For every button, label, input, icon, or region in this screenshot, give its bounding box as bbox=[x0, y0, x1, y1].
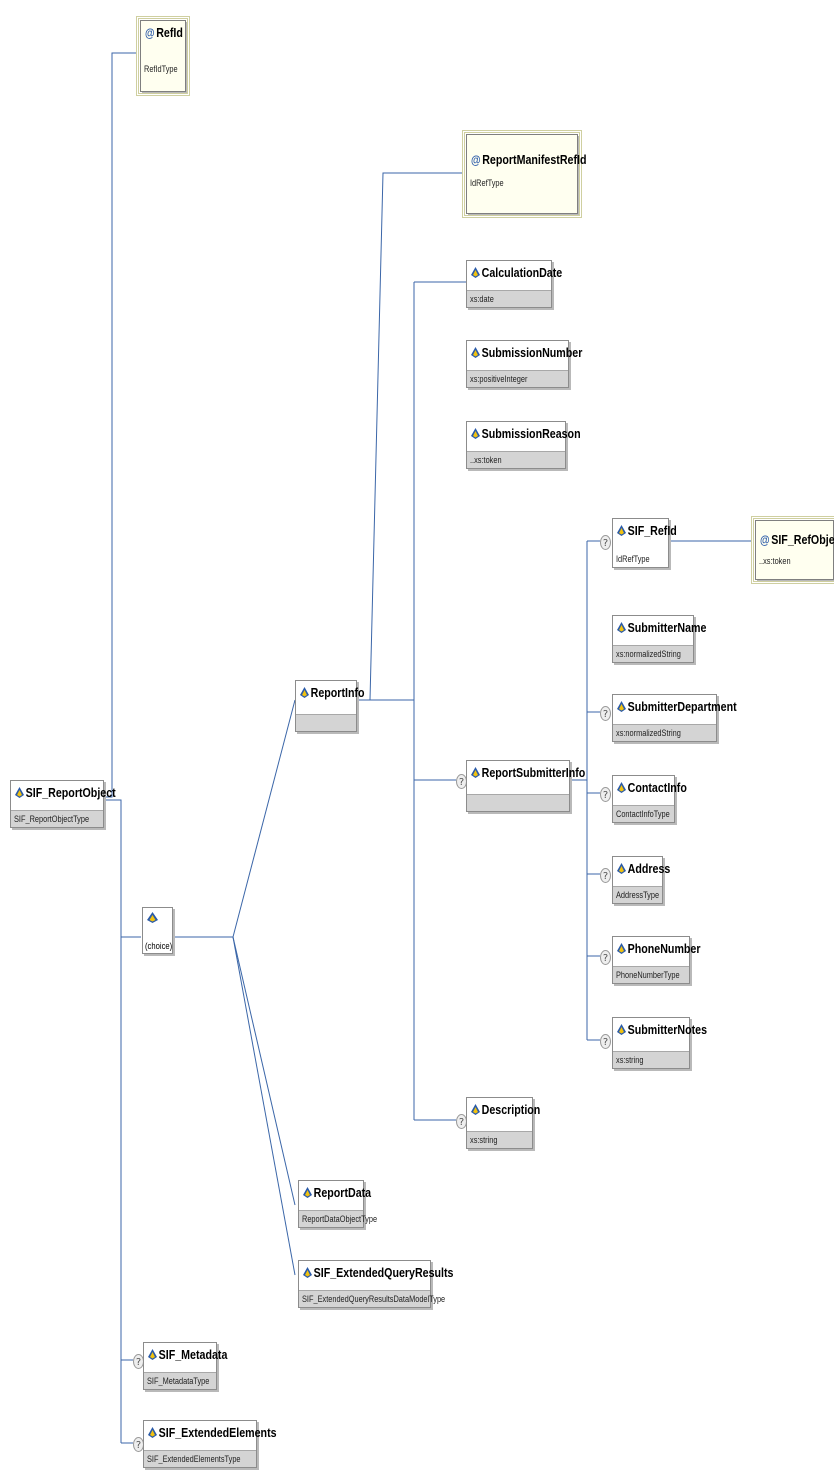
submitter-name-type: xs:normalizedString bbox=[616, 649, 681, 659]
element-icon bbox=[617, 943, 627, 954]
submission-number-label: SubmissionNumber bbox=[481, 345, 583, 360]
element-icon bbox=[471, 1104, 481, 1115]
contact-info-label: ContactInfo bbox=[627, 780, 687, 795]
submitter-name-node[interactable]: SubmitterName xs:normalizedString bbox=[612, 615, 706, 663]
attribute-icon: @ bbox=[145, 26, 155, 40]
submission-reason-node[interactable]: SubmissionReason ..xs:token bbox=[466, 421, 581, 469]
element-icon bbox=[471, 767, 481, 778]
sif-report-object-type: SIF_ReportObjectType bbox=[14, 814, 90, 824]
report-manifest-refid-type: IdRefType bbox=[470, 178, 504, 188]
sif-report-object-label: SIF_ReportObject bbox=[25, 785, 116, 800]
optional-icon: ? bbox=[600, 868, 611, 883]
element-icon bbox=[617, 1024, 627, 1035]
refid-attribute-node[interactable]: @ RefId RefIdType bbox=[136, 16, 190, 96]
optional-icon: ? bbox=[600, 950, 611, 965]
element-icon bbox=[617, 863, 627, 874]
attribute-icon: @ bbox=[471, 153, 481, 167]
submission-number-type: xs:positiveInteger bbox=[470, 374, 528, 384]
submitter-name-label: SubmitterName bbox=[627, 620, 707, 635]
sif-extended-query-results-type: SIF_ExtendedQueryResultsDataModelType bbox=[302, 1294, 446, 1304]
submitter-notes-type: xs:string bbox=[616, 1055, 644, 1065]
element-icon bbox=[300, 687, 310, 698]
optional-icon: ? bbox=[600, 706, 611, 721]
compositor-icon bbox=[147, 912, 158, 923]
sif-extended-elements-type: SIF_ExtendedElementsType bbox=[147, 1454, 241, 1464]
report-info-label: ReportInfo bbox=[310, 685, 365, 700]
phone-number-node[interactable]: PhoneNumber PhoneNumberType bbox=[612, 936, 701, 984]
report-submitter-info-label: ReportSubmitterInfo bbox=[481, 765, 586, 780]
sif-refid-type: IdRefType bbox=[616, 554, 650, 564]
refid-type: RefIdType bbox=[144, 64, 178, 74]
description-type: xs:string bbox=[470, 1135, 498, 1145]
contact-info-node[interactable]: ContactInfo ContactInfoType bbox=[612, 775, 687, 823]
submission-number-node[interactable]: SubmissionNumber xs:positiveInteger bbox=[466, 340, 582, 388]
element-icon bbox=[617, 525, 627, 536]
contact-info-type: ContactInfoType bbox=[616, 809, 670, 819]
element-icon bbox=[617, 782, 627, 793]
phone-number-type: PhoneNumberType bbox=[616, 970, 680, 980]
sif-refid-node[interactable]: SIF_RefId IdRefType bbox=[612, 518, 677, 568]
submitter-notes-label: SubmitterNotes bbox=[627, 1022, 708, 1037]
optional-icon: ? bbox=[600, 535, 611, 550]
element-icon bbox=[303, 1267, 313, 1278]
description-node[interactable]: Description xs:string bbox=[466, 1097, 540, 1149]
sif-refobject-type: ..xs:token bbox=[759, 556, 791, 566]
sif-refobject-attribute-node[interactable]: @SIF_RefObject ..xs:token bbox=[751, 516, 834, 584]
calculation-date-label: CalculationDate bbox=[481, 265, 563, 280]
optional-icon: ? bbox=[600, 787, 611, 802]
submitter-department-type: xs:normalizedString bbox=[616, 728, 681, 738]
submitter-department-node[interactable]: SubmitterDepartment xs:normalizedString bbox=[612, 694, 737, 742]
submission-reason-label: SubmissionReason bbox=[481, 426, 581, 441]
submitter-notes-node[interactable]: SubmitterNotes xs:string bbox=[612, 1017, 707, 1069]
report-data-node[interactable]: ReportData ReportDataObjectType bbox=[298, 1180, 377, 1228]
report-info-node[interactable]: ReportInfo bbox=[295, 680, 365, 732]
element-icon bbox=[471, 428, 481, 439]
element-icon bbox=[471, 347, 481, 358]
sif-extended-elements-label: SIF_ExtendedElements bbox=[158, 1425, 277, 1440]
report-manifest-refid-label: ReportManifestRefId bbox=[482, 152, 587, 167]
sif-report-object-node[interactable]: SIF_ReportObject SIF_ReportObjectType bbox=[10, 780, 116, 828]
attribute-icon: @ bbox=[760, 533, 770, 547]
sif-refid-label: SIF_RefId bbox=[627, 523, 677, 538]
sif-extended-query-results-label: SIF_ExtendedQueryResults bbox=[313, 1265, 454, 1280]
submission-reason-type: ..xs:token bbox=[470, 455, 502, 465]
sif-metadata-node[interactable]: SIF_Metadata SIF_MetadataType bbox=[143, 1342, 227, 1390]
choice-label: (choice) bbox=[145, 941, 173, 951]
calculation-date-node[interactable]: CalculationDate xs:date bbox=[466, 260, 562, 308]
phone-number-label: PhoneNumber bbox=[627, 941, 701, 956]
report-manifest-refid-attribute-node[interactable]: @ ReportManifestRefId IdRefType bbox=[462, 130, 586, 218]
calculation-date-type: xs:date bbox=[470, 294, 494, 304]
address-type: AddressType bbox=[616, 890, 660, 900]
element-icon bbox=[617, 622, 627, 633]
address-node[interactable]: Address AddressType bbox=[612, 856, 670, 904]
element-icon bbox=[148, 1349, 158, 1360]
submitter-department-label: SubmitterDepartment bbox=[627, 699, 737, 714]
sif-extended-elements-node[interactable]: SIF_ExtendedElements SIF_ExtendedElement… bbox=[143, 1420, 277, 1468]
description-label: Description bbox=[481, 1102, 541, 1117]
optional-icon: ? bbox=[600, 1034, 611, 1049]
element-icon bbox=[15, 787, 25, 798]
report-data-type: ReportDataObjectType bbox=[302, 1214, 378, 1224]
sif-metadata-label: SIF_Metadata bbox=[158, 1347, 228, 1362]
sif-refobject-label: SIF_RefObject bbox=[771, 532, 834, 547]
report-data-label: ReportData bbox=[313, 1185, 372, 1200]
report-submitter-info-node[interactable]: ReportSubmitterInfo bbox=[466, 760, 585, 812]
address-label: Address bbox=[627, 861, 671, 876]
choice-compositor[interactable]: (choice) bbox=[142, 907, 173, 954]
element-icon bbox=[303, 1187, 313, 1198]
element-icon bbox=[617, 701, 627, 712]
refid-label: RefId bbox=[156, 25, 183, 40]
element-icon bbox=[148, 1427, 158, 1438]
element-icon bbox=[471, 267, 481, 278]
sif-metadata-type: SIF_MetadataType bbox=[147, 1376, 210, 1386]
sif-extended-query-results-node[interactable]: SIF_ExtendedQueryResults SIF_ExtendedQue… bbox=[298, 1260, 453, 1308]
